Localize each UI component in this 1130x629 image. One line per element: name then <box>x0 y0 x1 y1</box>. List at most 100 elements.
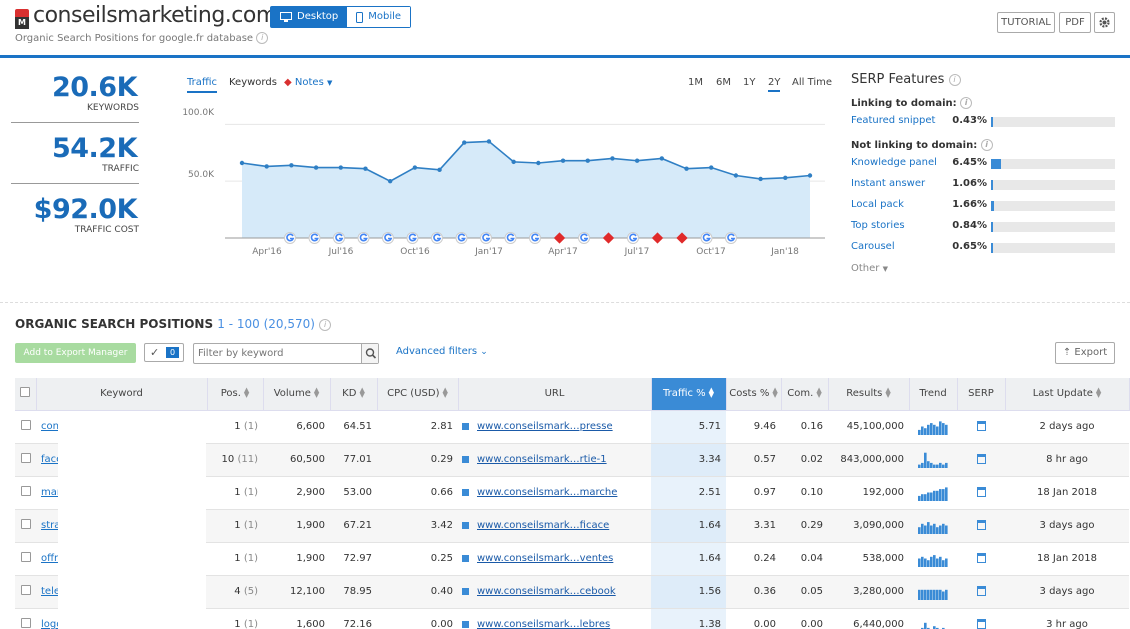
google-update-marker[interactable] <box>504 232 517 244</box>
google-update-marker[interactable] <box>406 232 419 244</box>
row-checkbox[interactable] <box>20 552 31 562</box>
url-cell[interactable]: www.conseilsmark…presse <box>458 410 651 444</box>
serp-other-toggle[interactable]: Other ▼ <box>851 263 888 274</box>
info-icon[interactable]: i <box>256 32 269 44</box>
data-point[interactable] <box>560 158 566 163</box>
header-last-update[interactable]: Last Update ▲ ▼ <box>1005 378 1130 411</box>
data-point[interactable] <box>684 166 689 171</box>
row-checkbox-cell[interactable] <box>15 410 36 444</box>
data-point[interactable] <box>733 173 739 178</box>
header-kd[interactable]: KD ▲ ▼ <box>330 378 378 411</box>
google-update-marker[interactable] <box>284 232 296 244</box>
google-update-marker[interactable] <box>627 232 639 244</box>
google-update-marker[interactable] <box>578 232 590 244</box>
google-update-marker[interactable] <box>529 232 541 244</box>
serp-icon[interactable] <box>976 586 986 596</box>
data-point[interactable] <box>634 158 640 163</box>
serp-row-featured-snippet[interactable]: Featured snippet 0.43% <box>851 115 1116 127</box>
data-point[interactable] <box>313 165 319 170</box>
advanced-filters-toggle[interactable]: Advanced filters ⌄ <box>396 346 488 357</box>
row-checkbox[interactable] <box>20 486 31 496</box>
data-point[interactable] <box>783 175 788 180</box>
selected-count-button[interactable]: ✓ 0 <box>144 343 184 362</box>
data-point[interactable] <box>239 160 245 166</box>
serp-icon[interactable] <box>976 520 986 530</box>
data-point[interactable] <box>585 158 590 163</box>
url-cell[interactable]: www.conseilsmark…marche <box>458 476 651 510</box>
row-checkbox-cell[interactable] <box>15 575 36 609</box>
url-cell[interactable]: www.conseilsmark…rtie-1 <box>458 443 651 477</box>
row-checkbox-cell[interactable] <box>15 509 36 543</box>
serp-cell[interactable] <box>957 608 1005 629</box>
url-cell[interactable]: www.conseilsmark…ficace <box>458 509 651 543</box>
select-all-header[interactable] <box>15 378 37 411</box>
header-pos[interactable]: Pos. ▲ ▼ <box>207 378 264 411</box>
mobile-button[interactable]: Mobile <box>347 7 411 27</box>
serp-row-carousel[interactable]: Carousel 0.65% <box>851 241 1116 253</box>
settings-button[interactable] <box>1094 12 1115 33</box>
header-keyword[interactable]: Keyword <box>36 378 208 411</box>
serp-cell[interactable] <box>957 509 1005 543</box>
data-point[interactable] <box>387 178 393 184</box>
filter-2y[interactable]: 2Y <box>768 77 781 92</box>
data-point[interactable] <box>536 160 541 166</box>
url-cell[interactable]: www.conseilsmark…ventes <box>458 542 651 576</box>
serp-row-top-stories[interactable]: Top stories 0.84% <box>851 220 1116 232</box>
row-checkbox[interactable] <box>20 585 31 595</box>
info-icon[interactable]: i <box>948 73 961 86</box>
row-checkbox[interactable] <box>20 420 31 430</box>
serp-cell[interactable] <box>957 410 1005 444</box>
data-point[interactable] <box>363 166 368 171</box>
select-all-checkbox[interactable] <box>20 387 31 398</box>
serp-icon[interactable] <box>976 421 986 431</box>
data-point[interactable] <box>462 140 467 145</box>
header-results[interactable]: Results ▲ ▼ <box>828 378 910 411</box>
serp-icon[interactable] <box>976 619 986 629</box>
traffic-value[interactable]: 54.2K <box>12 133 138 164</box>
export-button[interactable]: ⇡ Export <box>1055 342 1115 364</box>
data-point[interactable] <box>511 159 516 165</box>
url-cell[interactable]: www.conseilsmark…lebres <box>458 608 651 629</box>
data-point[interactable] <box>659 156 665 161</box>
data-point[interactable] <box>264 164 269 169</box>
row-checkbox[interactable] <box>20 453 31 463</box>
filter-1y[interactable]: 1Y <box>743 77 755 88</box>
header-url[interactable]: URL <box>458 378 652 411</box>
serp-cell[interactable] <box>957 443 1005 477</box>
header-com[interactable]: Com. ▲ ▼ <box>781 378 829 411</box>
data-point[interactable] <box>338 165 343 170</box>
row-checkbox[interactable] <box>20 618 31 628</box>
serp-cell[interactable] <box>957 476 1005 510</box>
google-update-marker[interactable] <box>431 232 443 244</box>
tab-traffic[interactable]: Traffic <box>187 77 218 93</box>
traffic-cost-value[interactable]: $92.0K <box>12 194 138 225</box>
filter-6m[interactable]: 6M <box>716 77 731 88</box>
search-button[interactable] <box>361 344 378 363</box>
serp-icon[interactable] <box>976 487 986 497</box>
tab-notes[interactable]: ◆ Notes ▼ <box>284 77 332 88</box>
tab-keywords[interactable]: Keywords <box>229 77 277 88</box>
data-point[interactable] <box>610 156 615 161</box>
data-point[interactable] <box>758 176 763 182</box>
google-update-marker[interactable] <box>308 232 321 244</box>
serp-row-local-pack[interactable]: Local pack 1.66% <box>851 199 1116 211</box>
google-update-marker[interactable] <box>333 232 345 244</box>
keywords-value[interactable]: 20.6K <box>12 72 138 103</box>
traffic-chart[interactable]: Apr'16 Jul'16 Oct'16 Jan'17 Apr'17 Jul'17 Oct'… <box>225 100 830 260</box>
data-point[interactable] <box>412 165 418 170</box>
serp-cell[interactable] <box>957 575 1005 609</box>
row-checkbox-cell[interactable] <box>15 476 36 510</box>
serp-row-knowledge-panel[interactable]: Knowledge panel 6.45% <box>851 157 1116 169</box>
google-update-marker[interactable] <box>725 232 737 244</box>
google-update-marker[interactable] <box>357 232 370 244</box>
serp-cell[interactable] <box>957 542 1005 576</box>
serp-icon[interactable] <box>976 454 986 464</box>
info-icon[interactable]: i <box>980 139 993 151</box>
header-cpc[interactable]: CPC (USD) ▲ ▼ <box>377 378 459 411</box>
tutorial-button[interactable]: TUTORIAL <box>997 12 1055 33</box>
pdf-button[interactable]: PDF <box>1059 12 1091 33</box>
header-costs[interactable]: Costs % ▲ ▼ <box>726 378 782 411</box>
row-checkbox[interactable] <box>20 519 31 529</box>
url-cell[interactable]: www.conseilsmark…cebook <box>458 575 651 609</box>
data-point[interactable] <box>486 139 492 144</box>
